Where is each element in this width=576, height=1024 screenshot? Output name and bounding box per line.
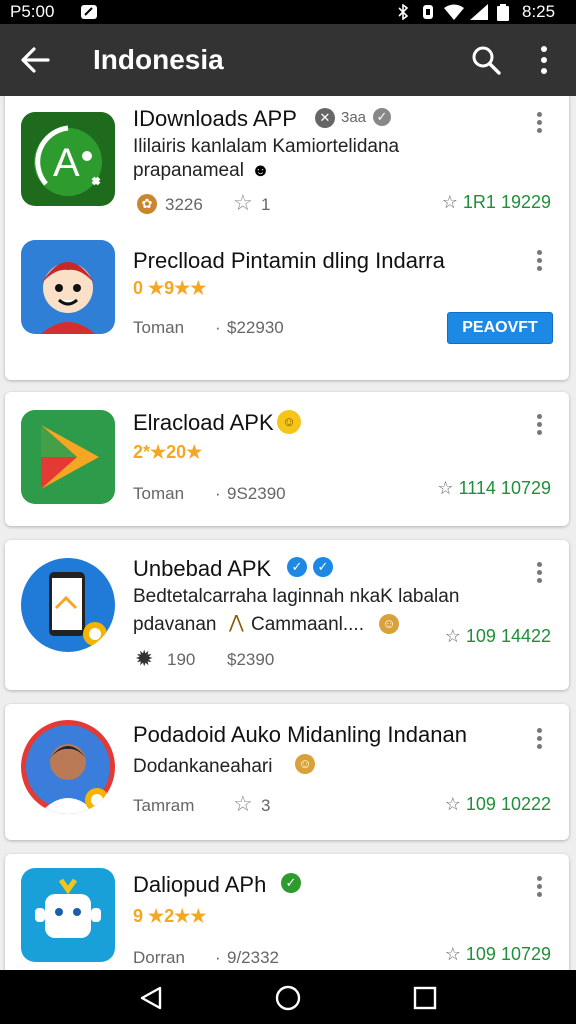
app-card: Daliopud APh ✓ 9 ★2★★ Dorran · 9/2332 ☆ … [5,854,569,970]
status-clock: 8:25 [522,2,556,21]
app-card: A IDownloads APP ✕ 3aa ✓ Ililairis kanla… [5,96,569,380]
app-price: 9/2332 [227,948,279,967]
app-description: Bedtetalcarraha laginnah nkaK labalan [133,586,460,607]
app-name: IDownloads APP [133,106,297,131]
star-icon: ☆ [444,944,461,964]
rating-count: 190 [167,650,196,669]
app-developer: Toman [133,484,185,503]
wifi-icon [444,4,464,20]
dot-separator: · [215,484,221,503]
app-card: Elracload APK ☺ 2*★20★ Toman · 9S2390 ☆ … [5,392,569,526]
app-developer: Dorran [133,948,185,967]
app-description: Dodankaneahari [133,756,273,777]
star-icon: ☆ [444,626,461,646]
rating-count: 3226 [165,195,203,214]
item-menu-icon[interactable] [537,414,543,438]
app-developer: Toman [133,318,185,337]
smiley-emoji-icon: ☺ [277,410,301,434]
nav-recents-icon[interactable] [412,985,438,1011]
item-menu-icon[interactable] [537,562,543,586]
verified-icon: ✓ [373,108,391,126]
battery-icon [497,4,509,21]
vibrate-icon [423,5,433,19]
emoji-icon: ☺ [379,614,399,634]
list-item[interactable]: Elracload APK ☺ 2*★20★ Toman · 9S2390 ☆ … [5,392,569,526]
star-icon: ☆ [444,794,461,814]
page-title: Indonesia [93,44,224,75]
share-badge-icon: ✕ [315,108,335,128]
tag-icon: ⋀ [229,612,244,632]
download-count: ☆ 109 14422 [444,626,551,646]
download-count: ☆ 109 10729 [444,944,551,964]
search-icon[interactable] [470,44,502,76]
app-rating: 2*★20★ [133,442,203,462]
item-menu-icon[interactable] [537,112,543,136]
signal-icon [470,4,488,20]
download-count: ☆ 1R1 19229 [441,192,551,212]
app-rating: 0 ★9★★ [133,278,207,298]
list-item[interactable]: Daliopud APh ✓ 9 ★2★★ Dorran · 9/2332 ☆ … [5,854,569,970]
label-text: 3aa [341,109,367,126]
app-rating: 9 ★2★★ [133,906,207,926]
list-item[interactable]: Preclload Pintamin dling Indarra 0 ★9★★ … [5,230,569,380]
nav-home-icon[interactable] [275,985,301,1011]
app-name: Unbebad APK [133,556,272,581]
bluetooth-icon [398,4,409,20]
profile-avatar-icon [21,720,115,814]
system-nav-bar [0,970,576,1024]
dot-separator: · [215,948,221,967]
download-count: ☆ 1114 10729 [437,478,551,498]
list-item[interactable]: Podadoid Auko Midanling Indanan Dodankan… [5,704,569,840]
app-price: $22930 [227,318,284,337]
app-price: $2390 [227,650,275,669]
app-name: Elracload APK [133,410,274,435]
dot-separator: · [215,318,221,337]
app-card: Unbebad APK ✓ ✓ Bedtetalcarraha laginnah… [5,540,569,690]
item-menu-icon[interactable] [537,728,543,752]
app-name: Preclload Pintamin dling Indarra [133,248,445,273]
list-item[interactable]: Unbebad APK ✓ ✓ Bedtetalcarraha laginnah… [5,540,569,690]
app-card: Podadoid Auko Midanling Indanan Dodankan… [5,704,569,840]
badge-icon: ✓ [281,873,301,893]
verified-icon: ✓ [313,557,333,577]
star-outline-icon: ☆ [233,791,253,816]
back-arrow-icon[interactable] [18,44,52,76]
app-description-line2: pdavanan [133,614,217,635]
phone-app-icon [21,558,115,652]
star-count: 3 [261,796,271,815]
app-description: Ililairis kanlalam Kamiortelidana [133,136,400,157]
item-menu-icon[interactable] [537,876,543,900]
more-options-icon[interactable] [530,42,558,78]
app-name: Daliopud APh [133,872,267,897]
star-count: 1 [261,195,271,214]
app-description-line3: Cammaanl.... [251,614,364,635]
status-time: P5:00 [10,2,55,21]
app-developer: Tamram [133,796,195,815]
download-count: ☆ 109 10222 [444,794,551,814]
status-bar: P5:00 8:25 [0,0,576,24]
preorder-button[interactable]: PEAOVFT [447,312,553,344]
play-store-icon [21,410,115,504]
app-name: Podadoid Auko Midanling Indanan [133,722,467,747]
list-item[interactable]: A IDownloads APP ✕ 3aa ✓ Ililairis kanla… [5,96,569,230]
emoji-icon: ☺ [295,754,315,774]
star-outline-icon: ☆ [233,190,253,215]
svg-text:A: A [53,141,80,185]
app-list: A IDownloads APP ✕ 3aa ✓ Ililairis kanla… [0,96,576,970]
emoji-icon: ☻ [251,160,270,180]
app-price: 9S2390 [227,484,286,503]
badge-icon: ✓ [287,557,307,577]
star-icon: ☆ [441,192,458,212]
app-description-line2: prapanameal [133,160,244,181]
coin-icon: ✿ [137,194,157,214]
app-logo-a-icon: A [21,112,115,206]
nav-back-icon[interactable] [138,985,164,1011]
avatar-cartoon-icon [21,240,115,334]
top-app-bar: Indonesia [0,24,576,96]
gear-icon: ✹ [135,646,154,671]
robot-app-icon [21,868,115,962]
notification-icon [81,5,97,19]
item-menu-icon[interactable] [537,250,543,274]
star-icon: ☆ [437,478,454,498]
